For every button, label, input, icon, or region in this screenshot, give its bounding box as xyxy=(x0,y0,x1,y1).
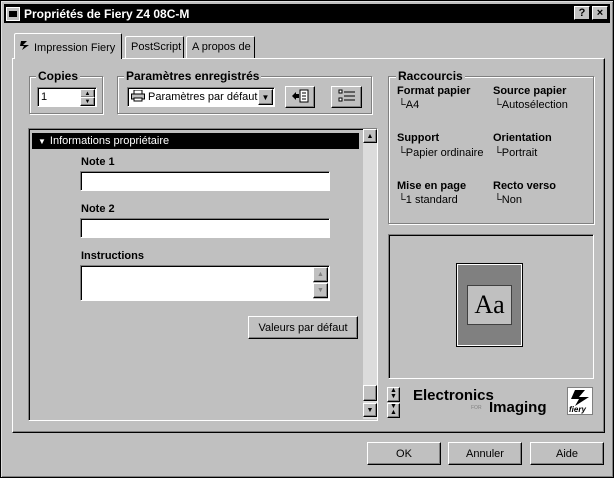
note1-field[interactable] xyxy=(80,171,330,191)
settings-scrollbar[interactable]: ▲ ▼ xyxy=(363,129,377,419)
shortcut-duplex-value[interactable]: └Non xyxy=(494,194,522,206)
scroll-up-icon[interactable]: ▲ xyxy=(313,267,328,282)
logo-for: FOR xyxy=(471,405,482,411)
window-title: Propriétés de Fiery Z4 08C-M xyxy=(24,6,190,21)
note1-label: Note 1 xyxy=(81,156,115,168)
tab-postscript[interactable]: PostScript xyxy=(125,36,184,58)
preview-sample: Aa xyxy=(467,285,512,325)
copies-spinner[interactable]: 1 ▲ ▼ xyxy=(37,87,97,107)
page-preview: Aa xyxy=(457,264,522,346)
shortcut-layout-value[interactable]: └1 standard xyxy=(398,194,458,206)
ok-button[interactable]: OK xyxy=(367,442,441,465)
expand-all-icon[interactable]: ▲ ▼ xyxy=(387,387,400,402)
scroll-down-icon[interactable]: ▼ xyxy=(363,403,377,417)
spin-down-icon[interactable]: ▼ xyxy=(80,97,95,106)
scroll-up-icon[interactable]: ▲ xyxy=(363,129,377,143)
section-header-label: Informations propriétaire xyxy=(49,135,170,147)
section-header-informations[interactable]: ▼ Informations propriétaire xyxy=(32,133,359,149)
electronics-for-imaging-logo: Electronics FOR Imaging xyxy=(413,387,563,417)
tab-impression-fiery[interactable]: Impression Fiery xyxy=(14,33,122,59)
logo-line2: Imaging xyxy=(489,399,547,416)
presets-dropdown[interactable]: Paramètres par défaut ▼ xyxy=(127,87,275,107)
tab-label: A propos de xyxy=(192,41,251,53)
copies-value: 1 xyxy=(41,91,48,103)
edit-presets-button[interactable] xyxy=(331,86,362,108)
shortcut-format-value[interactable]: └A4 xyxy=(398,99,419,111)
presets-label: Paramètres enregistrés xyxy=(124,69,262,83)
instructions-field[interactable]: ▲ ▼ xyxy=(80,265,330,301)
shortcut-support-title: Support xyxy=(397,132,440,144)
fiery-logo-text: fiery xyxy=(569,405,586,414)
presets-selected: Paramètres par défaut xyxy=(148,91,258,103)
printer-icon xyxy=(131,89,145,105)
shortcut-support-value[interactable]: └Papier ordinaire xyxy=(398,147,483,159)
shortcut-duplex-title: Recto verso xyxy=(493,180,556,192)
note2-field[interactable] xyxy=(80,218,330,238)
shortcut-source-title: Source papier xyxy=(493,85,567,97)
scroll-thumb[interactable] xyxy=(363,385,377,401)
load-preset-button[interactable] xyxy=(285,86,315,108)
instructions-label: Instructions xyxy=(81,250,144,262)
tab-label: PostScript xyxy=(131,41,182,53)
logo-line1: Electronics xyxy=(413,387,494,404)
help-title-button[interactable]: ? xyxy=(574,6,590,20)
shortcut-source-value[interactable]: └Autosélection xyxy=(494,99,568,111)
printer-app-icon xyxy=(6,6,20,21)
shortcut-orientation-value[interactable]: └Portrait xyxy=(494,147,537,159)
fiery-icon xyxy=(20,40,30,54)
title-bar: Propriétés de Fiery Z4 08C-M ? × xyxy=(4,4,610,23)
shortcuts-label: Raccourcis xyxy=(396,69,465,83)
chevron-down-icon[interactable]: ▼ xyxy=(258,89,273,105)
tab-label: Impression Fiery xyxy=(34,42,116,54)
triangle-down-icon: ▼ xyxy=(38,136,46,146)
instructions-scrollbar[interactable]: ▲ ▼ xyxy=(313,267,328,299)
list-icon xyxy=(338,89,356,106)
shortcut-format-title: Format papier xyxy=(397,85,471,97)
cancel-button[interactable]: Annuler xyxy=(448,442,522,465)
copies-label: Copies xyxy=(36,69,81,83)
help-button[interactable]: Aide xyxy=(530,442,604,465)
shortcut-layout-title: Mise en page xyxy=(397,180,467,192)
tab-a-propos[interactable]: A propos de xyxy=(186,36,255,58)
default-values-button[interactable]: Valeurs par défaut xyxy=(248,316,358,339)
shortcut-orientation-title: Orientation xyxy=(493,132,552,144)
properties-window: Propriétés de Fiery Z4 08C-M ? × Impress… xyxy=(0,0,614,478)
note2-label: Note 2 xyxy=(81,203,115,215)
clipboard-icon xyxy=(291,89,309,106)
close-button[interactable]: × xyxy=(592,6,608,20)
collapse-all-icon[interactable]: ▼ ▲ xyxy=(387,403,400,418)
fiery-logo-icon: fiery xyxy=(567,387,593,415)
scroll-down-icon[interactable]: ▼ xyxy=(313,283,328,298)
